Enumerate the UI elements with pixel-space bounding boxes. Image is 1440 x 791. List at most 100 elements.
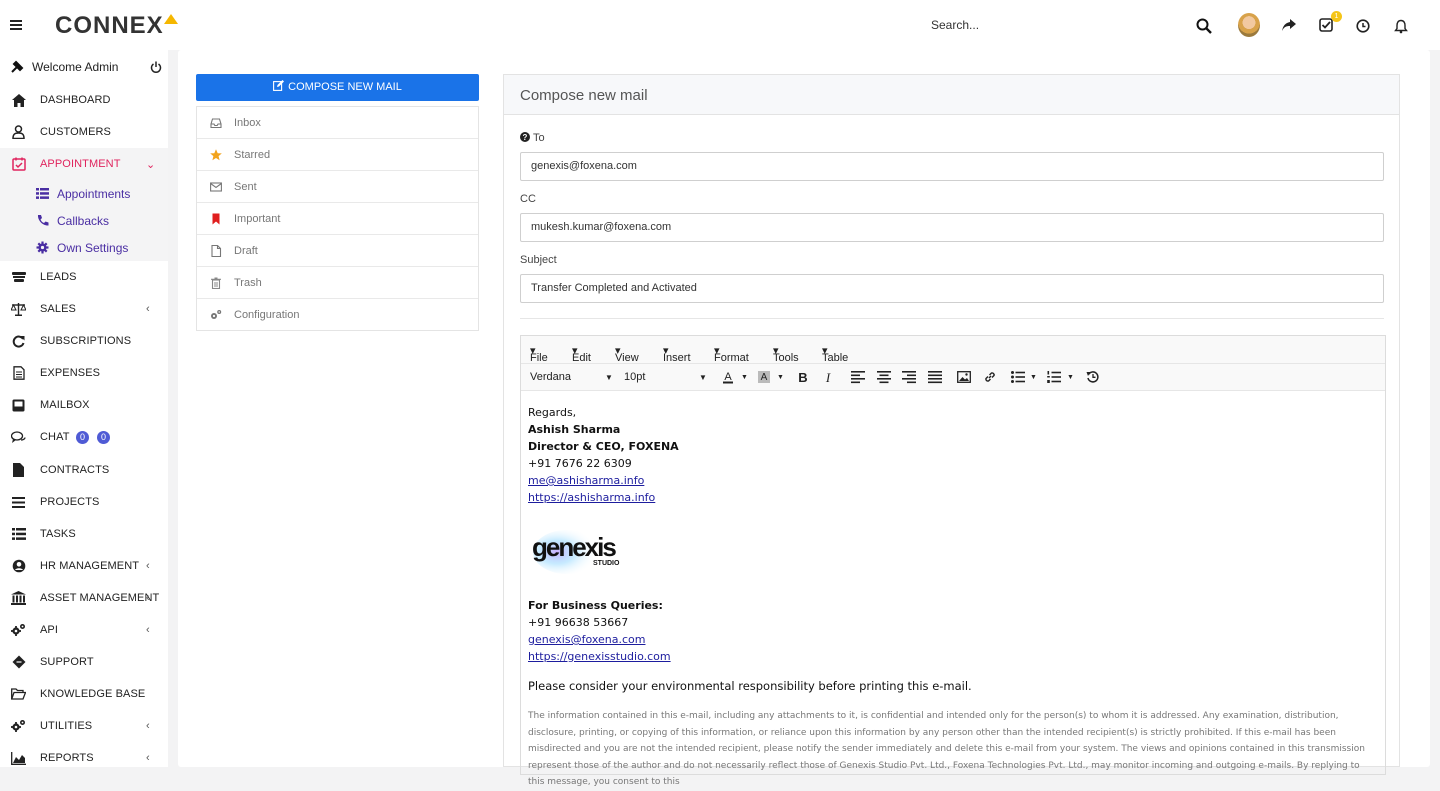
bookmark-icon	[212, 213, 220, 225]
inbox-icon	[210, 118, 222, 129]
image-icon[interactable]	[957, 370, 971, 384]
align-justify-icon[interactable]	[928, 370, 942, 384]
folder-important[interactable]: Important	[197, 203, 478, 235]
compose-new-mail-button[interactable]: COMPOSE NEW MAIL	[196, 74, 479, 101]
clock-icon[interactable]	[1356, 19, 1370, 33]
sidebar-item-chat[interactable]: CHAT 0 0	[0, 421, 168, 453]
font-family-dropdown-icon[interactable]: ▼	[605, 373, 613, 382]
history-icon[interactable]	[1086, 370, 1100, 384]
rich-text-editor: File ▾ Edit ▾ View ▾ Insert ▾ Format ▾ T…	[520, 335, 1386, 787]
font-family-select[interactable]: Verdana	[530, 371, 571, 383]
user-circle-icon	[12, 559, 25, 573]
folder-configuration[interactable]: Configuration	[197, 299, 478, 331]
editor-content[interactable]: Regards, Ashish Sharma Director & CEO, F…	[528, 404, 1378, 506]
share-icon[interactable]	[1282, 18, 1296, 32]
font-size-select[interactable]: 10pt	[624, 371, 645, 383]
menu-edit[interactable]: Edit ▾	[572, 344, 591, 364]
numbered-list-dropdown-icon[interactable]: ▼	[1067, 374, 1074, 381]
sidebar-subitem-appointments[interactable]: Appointments	[0, 180, 168, 207]
logo-triangle-icon	[164, 14, 178, 24]
bell-icon[interactable]	[1394, 19, 1408, 34]
sidebar-item-expenses[interactable]: EXPENSES	[0, 357, 168, 389]
menu-tools[interactable]: Tools ▾	[773, 344, 799, 364]
welcome-text: Welcome Admin	[32, 60, 119, 74]
sidebar-item-dashboard[interactable]: DASHBOARD	[0, 84, 168, 116]
sidebar-item-knowledge-base[interactable]: KNOWLEDGE BASE	[0, 678, 168, 710]
list-icon	[36, 188, 49, 199]
background-color-icon[interactable]: A	[757, 370, 771, 384]
sidebar-item-contracts[interactable]: CONTRACTS	[0, 454, 168, 486]
align-right-icon[interactable]	[902, 370, 916, 384]
menu-insert[interactable]: Insert ▾	[663, 344, 691, 364]
question-circle-icon[interactable]: ?	[520, 132, 530, 142]
business-website-link[interactable]: https://genexisstudio.com	[528, 650, 671, 663]
menu-file[interactable]: File ▾	[530, 344, 548, 364]
sidebar-item-subscriptions[interactable]: SUBSCRIPTIONS	[0, 325, 168, 357]
folder-label: Draft	[234, 245, 258, 257]
area-chart-icon	[11, 751, 26, 765]
sidebar-item-appointment[interactable]: APPOINTMENT ⌄	[0, 148, 168, 180]
menu-format[interactable]: Format ▾	[714, 344, 749, 364]
tools-icon	[11, 60, 24, 73]
link-icon[interactable]	[983, 370, 997, 384]
sidebar-item-leads[interactable]: LEADS	[0, 261, 168, 293]
sidebar-item-label: ASSET MANAGEMENT	[40, 592, 160, 604]
text-color-dropdown-icon[interactable]: ▼	[741, 374, 748, 381]
sidebar-subitem-own-settings[interactable]: Own Settings	[0, 234, 168, 261]
font-size-dropdown-icon[interactable]: ▼	[699, 373, 707, 382]
folder-label: Inbox	[234, 117, 261, 129]
svg-text:?: ?	[523, 133, 528, 142]
sidebar-item-tasks[interactable]: TASKS	[0, 518, 168, 550]
search-input[interactable]: Search...	[931, 18, 979, 32]
business-phone: +91 96638 53667	[528, 616, 629, 629]
menu-table[interactable]: Table ▾	[822, 344, 848, 364]
sidebar-item-support[interactable]: SUPPORT	[0, 646, 168, 678]
sidebar-item-label: LEADS	[40, 271, 77, 283]
italic-icon[interactable]: I	[821, 370, 835, 384]
background-color-dropdown-icon[interactable]: ▼	[777, 374, 784, 381]
folder-starred[interactable]: Starred	[197, 139, 478, 171]
sidebar-item-label: UTILITIES	[40, 720, 93, 732]
business-email-link[interactable]: genexis@foxena.com	[528, 633, 646, 646]
sidebar-item-projects[interactable]: PROJECTS	[0, 486, 168, 518]
sidebar-item-hr-management[interactable]: HR MANAGEMENT ‹	[0, 550, 168, 582]
sidebar-item-reports[interactable]: REPORTS ‹	[0, 742, 168, 774]
menu-view[interactable]: View ▾	[615, 344, 639, 364]
welcome-user: Welcome Admin	[10, 60, 165, 76]
app-logo[interactable]: CONNEX	[55, 12, 164, 40]
folder-draft[interactable]: Draft	[197, 235, 478, 267]
sidebar-item-sales[interactable]: SALES ‹	[0, 293, 168, 325]
genexis-logo: genexis STUDIO	[529, 526, 639, 576]
sidebar-item-label: APPOINTMENT	[40, 158, 121, 170]
text-color-icon[interactable]: A	[721, 370, 735, 384]
sidebar-item-utilities[interactable]: UTILITIES ‹	[0, 710, 168, 742]
menu-icon[interactable]	[10, 18, 22, 32]
bullet-list-dropdown-icon[interactable]: ▼	[1030, 374, 1037, 381]
folder-sent[interactable]: Sent	[197, 171, 478, 203]
sidebar-subitem-callbacks[interactable]: Callbacks	[0, 207, 168, 234]
tasks-icon[interactable]	[1319, 18, 1333, 32]
align-center-icon[interactable]	[877, 370, 891, 384]
sidebar-item-api[interactable]: API ‹	[0, 614, 168, 646]
avatar[interactable]	[1238, 13, 1260, 37]
sidebar-item-mailbox[interactable]: MAILBOX	[0, 389, 168, 421]
to-field[interactable]: genexis@foxena.com	[520, 152, 1384, 181]
numbered-list-icon[interactable]	[1047, 370, 1061, 384]
search-icon[interactable]	[1196, 18, 1212, 34]
power-icon[interactable]	[150, 61, 162, 73]
subject-field[interactable]: Transfer Completed and Activated	[520, 274, 1384, 303]
bold-icon[interactable]: B	[796, 370, 810, 384]
bullet-list-icon[interactable]	[1011, 370, 1025, 384]
folder-inbox[interactable]: Inbox	[197, 107, 478, 139]
signature-website-link[interactable]: https://ashisharma.info	[528, 491, 655, 504]
signature-email-link[interactable]: me@ashisharma.info	[528, 474, 644, 487]
folder-label: Important	[234, 213, 281, 225]
leads-icon	[11, 272, 26, 282]
align-left-icon[interactable]	[851, 370, 865, 384]
cc-field[interactable]: mukesh.kumar@foxena.com	[520, 213, 1384, 242]
folder-trash[interactable]: Trash	[197, 267, 478, 299]
chat-badge-unread: 0	[76, 430, 89, 444]
sidebar-item-customers[interactable]: CUSTOMERS	[0, 116, 168, 148]
trash-icon	[211, 277, 221, 289]
sidebar-item-asset-management[interactable]: ASSET MANAGEMENT ‹	[0, 582, 168, 614]
